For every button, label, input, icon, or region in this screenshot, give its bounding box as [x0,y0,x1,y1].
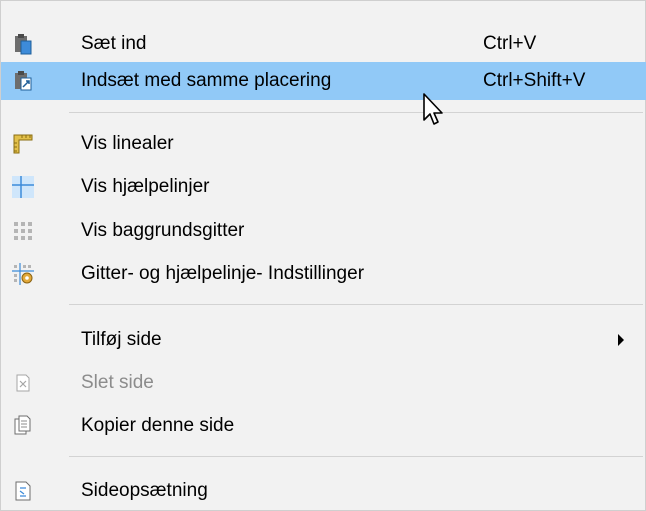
menu-item-show-grid[interactable]: Vis baggrundsgitter [1,212,646,250]
page-setup-icon [12,480,34,502]
menu-item-grid-settings[interactable]: Gitter- og hjælpelinje- Indstillinger [1,255,646,293]
menu-item-copy-page[interactable]: Kopier denne side [1,407,646,445]
menu-item-page-setup[interactable]: Sideopsætning [1,472,646,510]
menu-separator [69,304,643,305]
paste-same-position-shortcut: Ctrl+Shift+V [483,70,586,91]
menu-item-paste[interactable]: Sæt ind Ctrl+V [1,25,646,63]
show-rulers-label: Vis linealer [81,133,174,154]
menu-separator [69,456,643,457]
paste-icon [12,33,34,55]
paste-in-place-icon [12,70,34,92]
grid-settings-icon [12,263,34,285]
show-guides-label: Vis hjælpelinjer [81,176,210,197]
mouse-cursor-icon [422,92,446,128]
delete-page-icon [12,372,34,394]
context-menu: Sæt ind Ctrl+V Indsæt med samme placerin… [0,0,646,511]
paste-shortcut: Ctrl+V [483,33,537,54]
show-grid-label: Vis baggrundsgitter [81,220,245,241]
submenu-arrow-icon [618,334,624,346]
menu-separator [69,112,643,113]
menu-item-add-page[interactable]: Tilføj side [1,321,646,359]
grid-settings-label: Gitter- og hjælpelinje- Indstillinger [81,263,365,284]
paste-label: Sæt ind [81,33,147,54]
grid-icon [12,220,34,242]
add-page-label: Tilføj side [81,329,162,350]
guides-icon [12,176,34,198]
menu-item-paste-same-position[interactable]: Indsæt med samme placering Ctrl+Shift+V [1,62,646,100]
page-setup-label: Sideopsætning [81,480,208,501]
ruler-icon [12,133,34,155]
paste-same-position-label: Indsæt med samme placering [81,70,332,91]
copy-page-icon [12,415,34,437]
menu-item-show-guides[interactable]: Vis hjælpelinjer [1,168,646,206]
delete-page-label: Slet side [81,372,154,393]
copy-page-label: Kopier denne side [81,415,235,436]
menu-item-delete-page[interactable]: Slet side [1,364,646,402]
menu-item-show-rulers[interactable]: Vis linealer [1,125,646,163]
